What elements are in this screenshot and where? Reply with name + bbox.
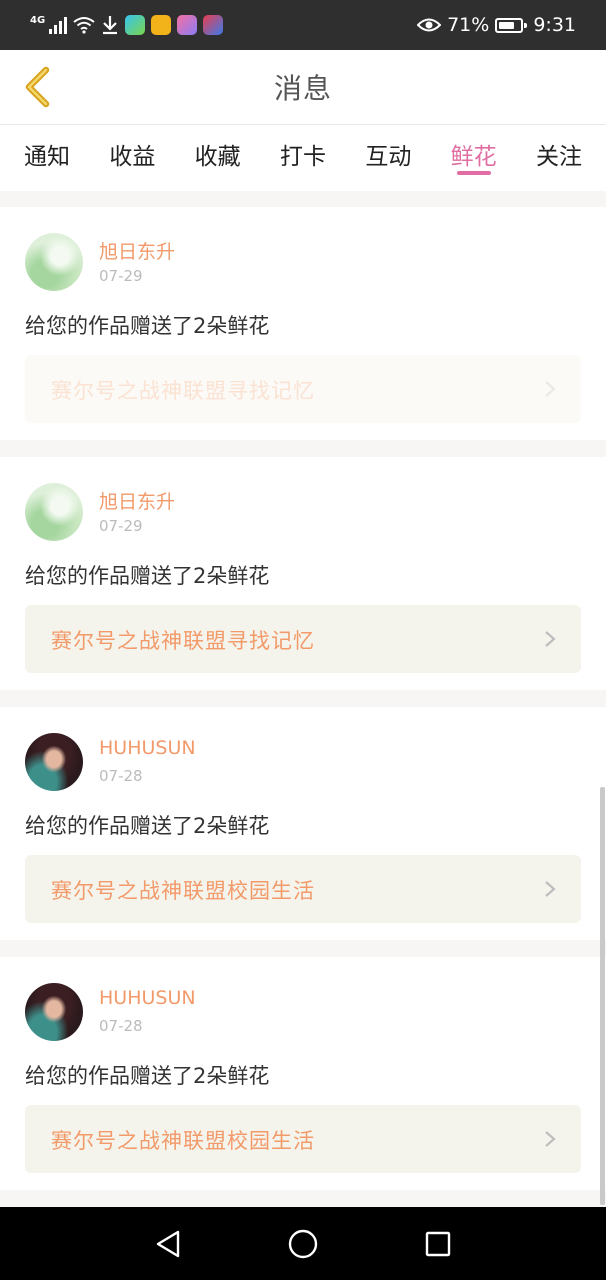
work-title: 赛尔号之战神联盟寻找记忆: [51, 379, 315, 403]
username[interactable]: 旭日东升: [99, 237, 175, 264]
work-link[interactable]: 赛尔号之战神联盟校园生活: [25, 1105, 581, 1173]
back-triangle-icon: [156, 1230, 179, 1257]
nav-home-button[interactable]: [283, 1224, 323, 1264]
work-link[interactable]: 赛尔号之战神联盟寻找记忆: [25, 605, 581, 673]
tab-label: 收益: [109, 144, 156, 170]
chevron-right-icon: [545, 631, 556, 647]
message-card: HUHUSUN 07-28 给您的作品赠送了2朵鲜花 赛尔号之战神联盟校园生活: [0, 707, 606, 940]
tab-earnings[interactable]: 收益: [109, 125, 155, 171]
eye-icon: [417, 18, 442, 32]
network-type: 4G: [30, 14, 46, 26]
active-tab-indicator: [456, 171, 491, 175]
chevron-right-icon: [545, 1131, 556, 1147]
tab-label: 收藏: [194, 144, 241, 170]
work-link[interactable]: 赛尔号之战神联盟校园生活: [25, 855, 581, 923]
scrollbar[interactable]: [600, 787, 605, 1205]
home-circle-icon: [288, 1229, 318, 1258]
tab-bar: 通知 收益 收藏 打卡 互动 鲜花 关注: [0, 125, 606, 191]
tab-label: 通知: [24, 144, 70, 170]
tab-follow[interactable]: 关注: [536, 125, 582, 171]
top-app-bar: 消息: [0, 50, 606, 125]
nav-back-button[interactable]: [148, 1224, 188, 1264]
back-button[interactable]: [14, 64, 60, 110]
message-card: HUHUSUN 07-28 给您的作品赠送了2朵鲜花 赛尔号之战神联盟校园生活: [0, 957, 606, 1190]
tv-app-icon: [203, 15, 224, 35]
work-title: 赛尔号之战神联盟校园生活: [51, 879, 315, 903]
message-text: 给您的作品赠送了2朵鲜花: [25, 564, 270, 588]
message-date: 07-29: [99, 517, 143, 535]
tab-interaction[interactable]: 互动: [365, 125, 411, 171]
wifi-icon: [73, 17, 95, 34]
message-text: 给您的作品赠送了2朵鲜花: [25, 1064, 270, 1088]
status-right: 71% 9:31: [417, 14, 576, 36]
work-link[interactable]: 赛尔号之战神联盟寻找记忆: [25, 355, 581, 423]
tab-flowers[interactable]: 鲜花: [450, 125, 497, 175]
message-card: 旭日东升 07-29 给您的作品赠送了2朵鲜花 赛尔号之战神联盟寻找记忆: [0, 457, 606, 690]
avatar[interactable]: [25, 233, 83, 291]
camera-app-icon: [177, 15, 198, 35]
message-card: 旭日东升 07-29 给您的作品赠送了2朵鲜花 赛尔号之战神联盟寻找记忆: [0, 207, 606, 440]
work-title: 赛尔号之战神联盟校园生活: [51, 1129, 315, 1153]
battery-percent: 71%: [447, 14, 490, 36]
tab-label: 打卡: [279, 144, 326, 170]
nav-recents-button[interactable]: [418, 1224, 458, 1264]
message-date: 07-28: [99, 767, 143, 785]
download-icon: [103, 16, 118, 35]
username[interactable]: HUHUSUN: [99, 737, 196, 759]
avatar[interactable]: [25, 983, 83, 1041]
status-left: 4G: [30, 14, 224, 35]
clock: 9:31: [533, 14, 576, 36]
chevron-right-icon: [545, 381, 556, 397]
tab-label: 关注: [535, 144, 582, 170]
battery-icon: [495, 17, 528, 33]
message-text: 给您的作品赠送了2朵鲜花: [25, 814, 270, 838]
avatar[interactable]: [25, 733, 83, 791]
avatar[interactable]: [25, 483, 83, 541]
message-text: 给您的作品赠送了2朵鲜花: [25, 314, 270, 338]
work-title: 赛尔号之战神联盟寻找记忆: [51, 629, 315, 653]
tab-label: 互动: [365, 144, 412, 170]
game-app-icon: [151, 15, 172, 35]
message-list: 旭日东升 07-29 给您的作品赠送了2朵鲜花 赛尔号之战神联盟寻找记忆 旭日东…: [0, 207, 606, 1207]
username[interactable]: HUHUSUN: [99, 987, 196, 1009]
tab-favorites[interactable]: 收藏: [195, 125, 241, 171]
video-app-icon: [125, 15, 146, 35]
tab-label: 鲜花: [450, 144, 497, 170]
chevron-left-icon: [25, 66, 50, 108]
message-date: 07-28: [99, 1017, 143, 1035]
chevron-right-icon: [545, 881, 556, 897]
status-bar: 4G 71% 9:31: [0, 0, 606, 50]
page-title: 消息: [273, 72, 332, 105]
signal-icon: [49, 16, 68, 34]
tab-notice[interactable]: 通知: [24, 125, 70, 171]
tab-checkin[interactable]: 打卡: [280, 125, 326, 171]
username[interactable]: 旭日东升: [99, 487, 175, 514]
system-nav-bar: [0, 1207, 606, 1280]
recents-square-icon: [426, 1231, 451, 1256]
message-date: 07-29: [99, 267, 143, 285]
